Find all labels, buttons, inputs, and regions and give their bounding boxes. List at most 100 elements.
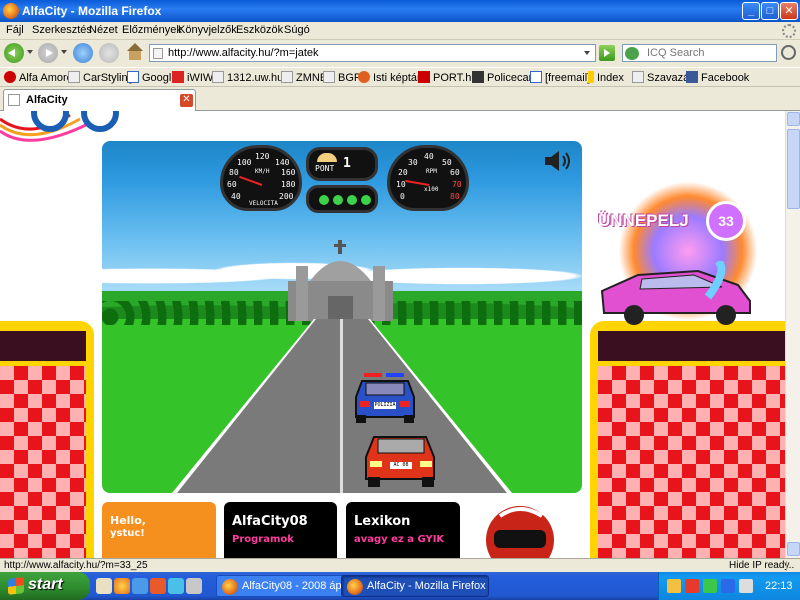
back-button[interactable] (4, 43, 24, 63)
tray-app-icon[interactable] (703, 579, 717, 593)
bookmark-1312[interactable]: 1312.uw.hu (212, 71, 283, 84)
bookmark-alfa-amore[interactable]: Alfa Amore (4, 71, 73, 84)
bookmark-isti-kepter[interactable]: Isti képtár (358, 71, 421, 84)
speed-tick: 160 (281, 168, 296, 177)
show-desktop-icon[interactable] (96, 578, 112, 594)
card-lexikon[interactable]: Lexikon avagy ez a GYIK (346, 502, 460, 558)
url-history-dropdown-icon[interactable] (584, 51, 590, 58)
isti-icon (358, 71, 370, 83)
firefox-icon (347, 579, 363, 595)
url-input[interactable] (168, 46, 568, 60)
masked-driver-image[interactable] (470, 502, 570, 558)
tab-alfacity[interactable]: AlfaCity ✕ (3, 89, 196, 111)
scroll-up-icon[interactable] (787, 112, 800, 126)
iwiw-icon (172, 71, 184, 83)
window-title: AlfaCity - Mozilla Firefox (22, 4, 162, 18)
bookmarks-toolbar: Alfa Amore CarStyling Google iWIW 1312.u… (0, 67, 800, 87)
scroll-down-icon[interactable] (787, 542, 800, 556)
police-car (355, 373, 415, 423)
quicklaunch-firefox-icon[interactable] (114, 578, 130, 594)
address-bar[interactable] (149, 44, 596, 62)
rpm-tick: 0 (400, 192, 405, 201)
sound-toggle-icon[interactable] (543, 150, 573, 172)
menu-file[interactable]: Fájl (6, 24, 24, 36)
menu-bookmarks[interactable]: Könyvjelzők (178, 24, 237, 36)
celebrate-banner[interactable]: ÜNNEPELJ 33 (598, 171, 768, 331)
minimize-button[interactable]: _ (742, 2, 760, 20)
start-light (361, 195, 371, 205)
menu-view[interactable]: Nézet (89, 24, 118, 36)
start-lights-panel (306, 185, 378, 213)
forward-dropdown-icon[interactable] (61, 50, 67, 57)
close-window-button[interactable]: ✕ (780, 2, 798, 20)
home-button[interactable] (125, 43, 145, 63)
player-car (365, 436, 435, 487)
forward-button[interactable] (38, 43, 58, 63)
tray-volume-icon[interactable] (739, 579, 753, 593)
bookmark-bgf[interactable]: BGF (323, 71, 361, 84)
game-canvas[interactable]: 120 100 140 80 160 60 180 40 200 KM/H VE… (102, 141, 582, 493)
menu-bar: Fájl Szerkesztés Nézet Előzmények Könyvj… (0, 22, 800, 40)
vertical-scrollbar[interactable] (785, 111, 800, 558)
bookmark-policecars[interactable]: Policecars (472, 71, 538, 84)
search-engine-icon[interactable] (625, 47, 639, 60)
throbber-icon (782, 24, 796, 38)
go-button[interactable] (599, 45, 615, 61)
quicklaunch-app-icon[interactable] (186, 578, 202, 594)
bookmark-freemail[interactable]: [freemail] (530, 71, 590, 84)
speed-tick: 80 (229, 168, 239, 177)
tray-app-icon[interactable] (685, 579, 699, 593)
speed-tick: 140 (275, 158, 290, 167)
card-lexikon-title: Lexikon (354, 514, 411, 529)
bookmark-google[interactable]: Google (127, 71, 177, 84)
card-hello[interactable]: Hello, ystuc! (102, 502, 216, 558)
clock[interactable]: 22:13 (765, 580, 793, 592)
maximize-button[interactable]: □ (761, 2, 779, 20)
scroll-thumb[interactable] (787, 129, 800, 209)
quicklaunch-messenger-icon[interactable] (168, 578, 184, 594)
speedometer-gauge: 120 100 140 80 160 60 180 40 200 KM/H VE… (220, 145, 302, 211)
search-icon[interactable] (781, 45, 796, 60)
search-box[interactable] (622, 44, 777, 62)
menu-tools[interactable]: Eszközök (236, 24, 283, 36)
tray-app-icon[interactable] (667, 579, 681, 593)
back-dropdown-icon[interactable] (27, 50, 33, 57)
close-tab-button[interactable]: ✕ (180, 94, 193, 107)
search-input[interactable] (647, 46, 757, 60)
stop-button[interactable] (99, 43, 119, 63)
police-plate: POLIZIA (374, 402, 396, 409)
quicklaunch-ie-icon[interactable] (132, 578, 148, 594)
bookmark-carstyling[interactable]: CarStyling (68, 71, 134, 84)
page-icon (68, 71, 80, 83)
firefox-icon (3, 3, 19, 19)
card-alfacity08[interactable]: AlfaCity08 Programok (224, 502, 337, 558)
bookmark-iwiw[interactable]: iWIW (172, 71, 213, 84)
bookmark-index[interactable]: Index (588, 71, 624, 84)
task-alfacity08[interactable]: AlfaCity08 - 2008 ápr... (216, 575, 354, 597)
bookmark-zmne[interactable]: ZMNE (281, 71, 327, 84)
left-decoration (0, 321, 94, 558)
tray-network-icon[interactable] (721, 579, 735, 593)
menu-edit[interactable]: Szerkesztés (32, 24, 92, 36)
speed-caption: VELOCITA (249, 200, 278, 207)
page-icon (323, 71, 335, 83)
reload-button[interactable] (73, 43, 93, 63)
right-dark-band (598, 331, 785, 361)
task-alfacity-firefox[interactable]: AlfaCity - Mozilla Firefox (341, 575, 489, 597)
menu-help[interactable]: Súgó (284, 24, 310, 36)
menu-history[interactable]: Előzmények (122, 24, 182, 36)
speed-tick: 60 (227, 180, 237, 189)
google-icon (127, 71, 139, 83)
resize-grip-icon[interactable] (786, 561, 796, 571)
start-light (347, 195, 357, 205)
score-value: 1 (343, 156, 351, 171)
facebook-icon (686, 71, 698, 83)
basilica-icon (288, 240, 393, 321)
bookmark-port[interactable]: PORT.hu (418, 71, 477, 84)
bookmark-facebook[interactable]: Facebook (686, 71, 749, 84)
rpm-tick: 20 (398, 168, 408, 177)
quicklaunch-media-icon[interactable] (150, 578, 166, 594)
firefox-icon (222, 579, 238, 595)
card-hello-title: Hello, (110, 514, 146, 527)
start-button[interactable]: start (0, 572, 90, 600)
